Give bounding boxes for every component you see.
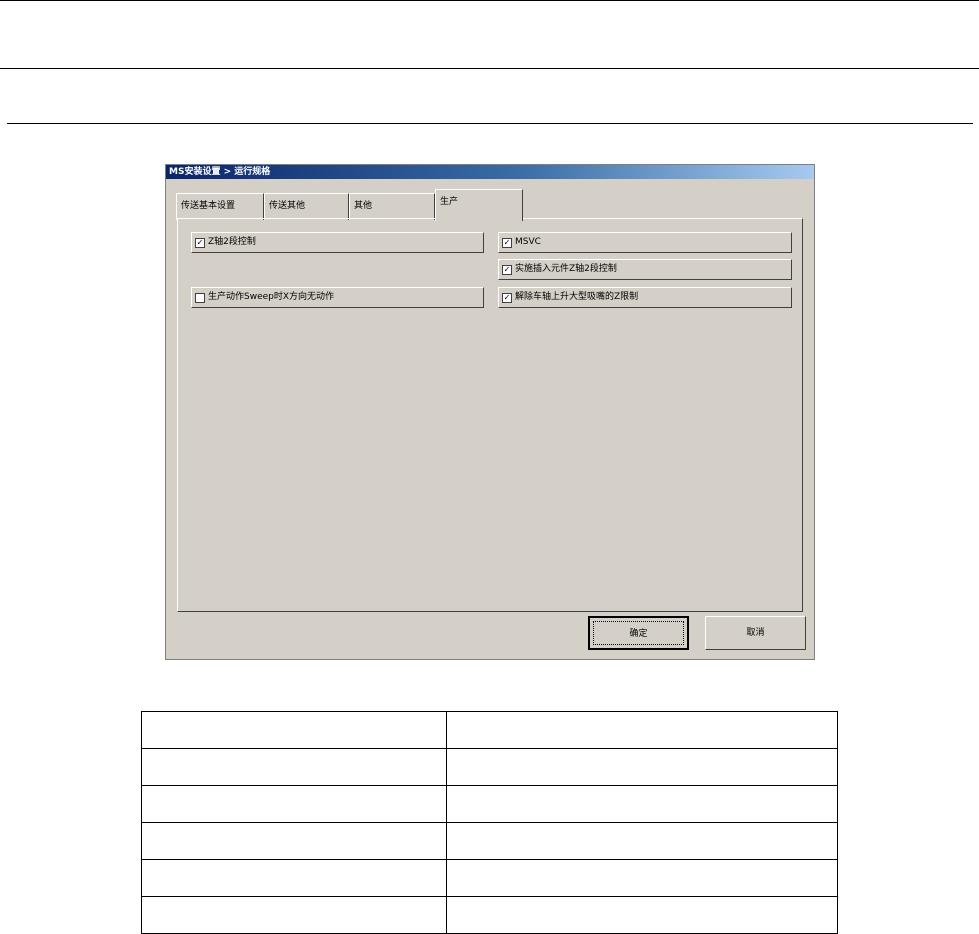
checkbox-sweep-x-no-motion[interactable]: 生产动作Sweep时X方向无动作	[191, 287, 484, 308]
checkbox-release-z-limit-large-nozzle[interactable]: ✓ 解除车轴上升大型吸嘴的Z限制	[498, 287, 792, 308]
table-row	[141, 785, 838, 823]
header-rule	[0, 68, 979, 69]
table-cell	[141, 822, 447, 860]
section-rule	[7, 123, 973, 124]
checkbox-box[interactable]: ✓	[195, 237, 205, 248]
checkbox-box[interactable]: ✓	[502, 264, 512, 275]
table-cell	[446, 711, 838, 749]
focus-rect	[593, 621, 684, 645]
checkbox-label: 生产动作Sweep时X方向无动作	[208, 292, 335, 302]
tab-label: 其他	[354, 201, 373, 211]
top-rule	[0, 0, 979, 1]
tab-other[interactable]: 其他	[349, 193, 435, 220]
table-cell	[141, 785, 447, 823]
table-row	[141, 896, 838, 934]
settings-dialog: MS安装设置 > 运行规格 传送基本设置 传送其他 其他 生产 ✓ Z轴2段控制…	[165, 164, 815, 660]
dialog-title: MS安装设置 > 运行规格	[166, 165, 814, 179]
checkbox-label: MSVC	[515, 237, 541, 247]
checkbox-box[interactable]: ✓	[502, 292, 512, 303]
table-cell	[446, 859, 838, 897]
table-cell	[446, 896, 838, 934]
cancel-button[interactable]: 取消	[705, 616, 806, 650]
table-row	[141, 711, 838, 749]
tab-transfer-other[interactable]: 传送其他	[264, 193, 349, 220]
checkbox-z-axis-2-stage[interactable]: ✓ Z轴2段控制	[191, 232, 484, 253]
tab-label: 传送其他	[269, 201, 306, 211]
table-cell	[446, 822, 838, 860]
table-row	[141, 748, 838, 786]
checkbox-label: 解除车轴上升大型吸嘴的Z限制	[515, 292, 639, 302]
cancel-button-label: 取消	[746, 628, 765, 638]
table-cell	[446, 785, 838, 823]
checkbox-box[interactable]: ✓	[502, 237, 512, 248]
tab-production[interactable]: 生产	[435, 189, 523, 221]
table-cell	[141, 748, 447, 786]
checkbox-msvc[interactable]: ✓ MSVC	[498, 232, 792, 253]
table-cell	[446, 748, 838, 786]
table-row	[141, 822, 838, 860]
table-cell	[141, 859, 447, 897]
checkbox-label: Z轴2段控制	[208, 237, 256, 247]
settings-table	[141, 711, 838, 934]
tab-panel-production: ✓ Z轴2段控制 ✓ MSVC ✓ 实施插入元件Z轴2段控制 生产动作Sweep…	[177, 218, 803, 612]
tab-label: 生产	[440, 197, 459, 207]
table-cell	[141, 711, 447, 749]
checkbox-insert-z-axis-2-stage[interactable]: ✓ 实施插入元件Z轴2段控制	[498, 259, 792, 280]
tab-label: 传送基本设置	[181, 201, 236, 211]
checkbox-label: 实施插入元件Z轴2段控制	[515, 264, 617, 274]
tab-basic-transfer[interactable]: 传送基本设置	[176, 193, 264, 220]
table-row	[141, 859, 838, 897]
ok-button[interactable]: 确定	[588, 616, 689, 650]
checkbox-box[interactable]	[195, 292, 205, 303]
table-cell	[141, 896, 447, 934]
